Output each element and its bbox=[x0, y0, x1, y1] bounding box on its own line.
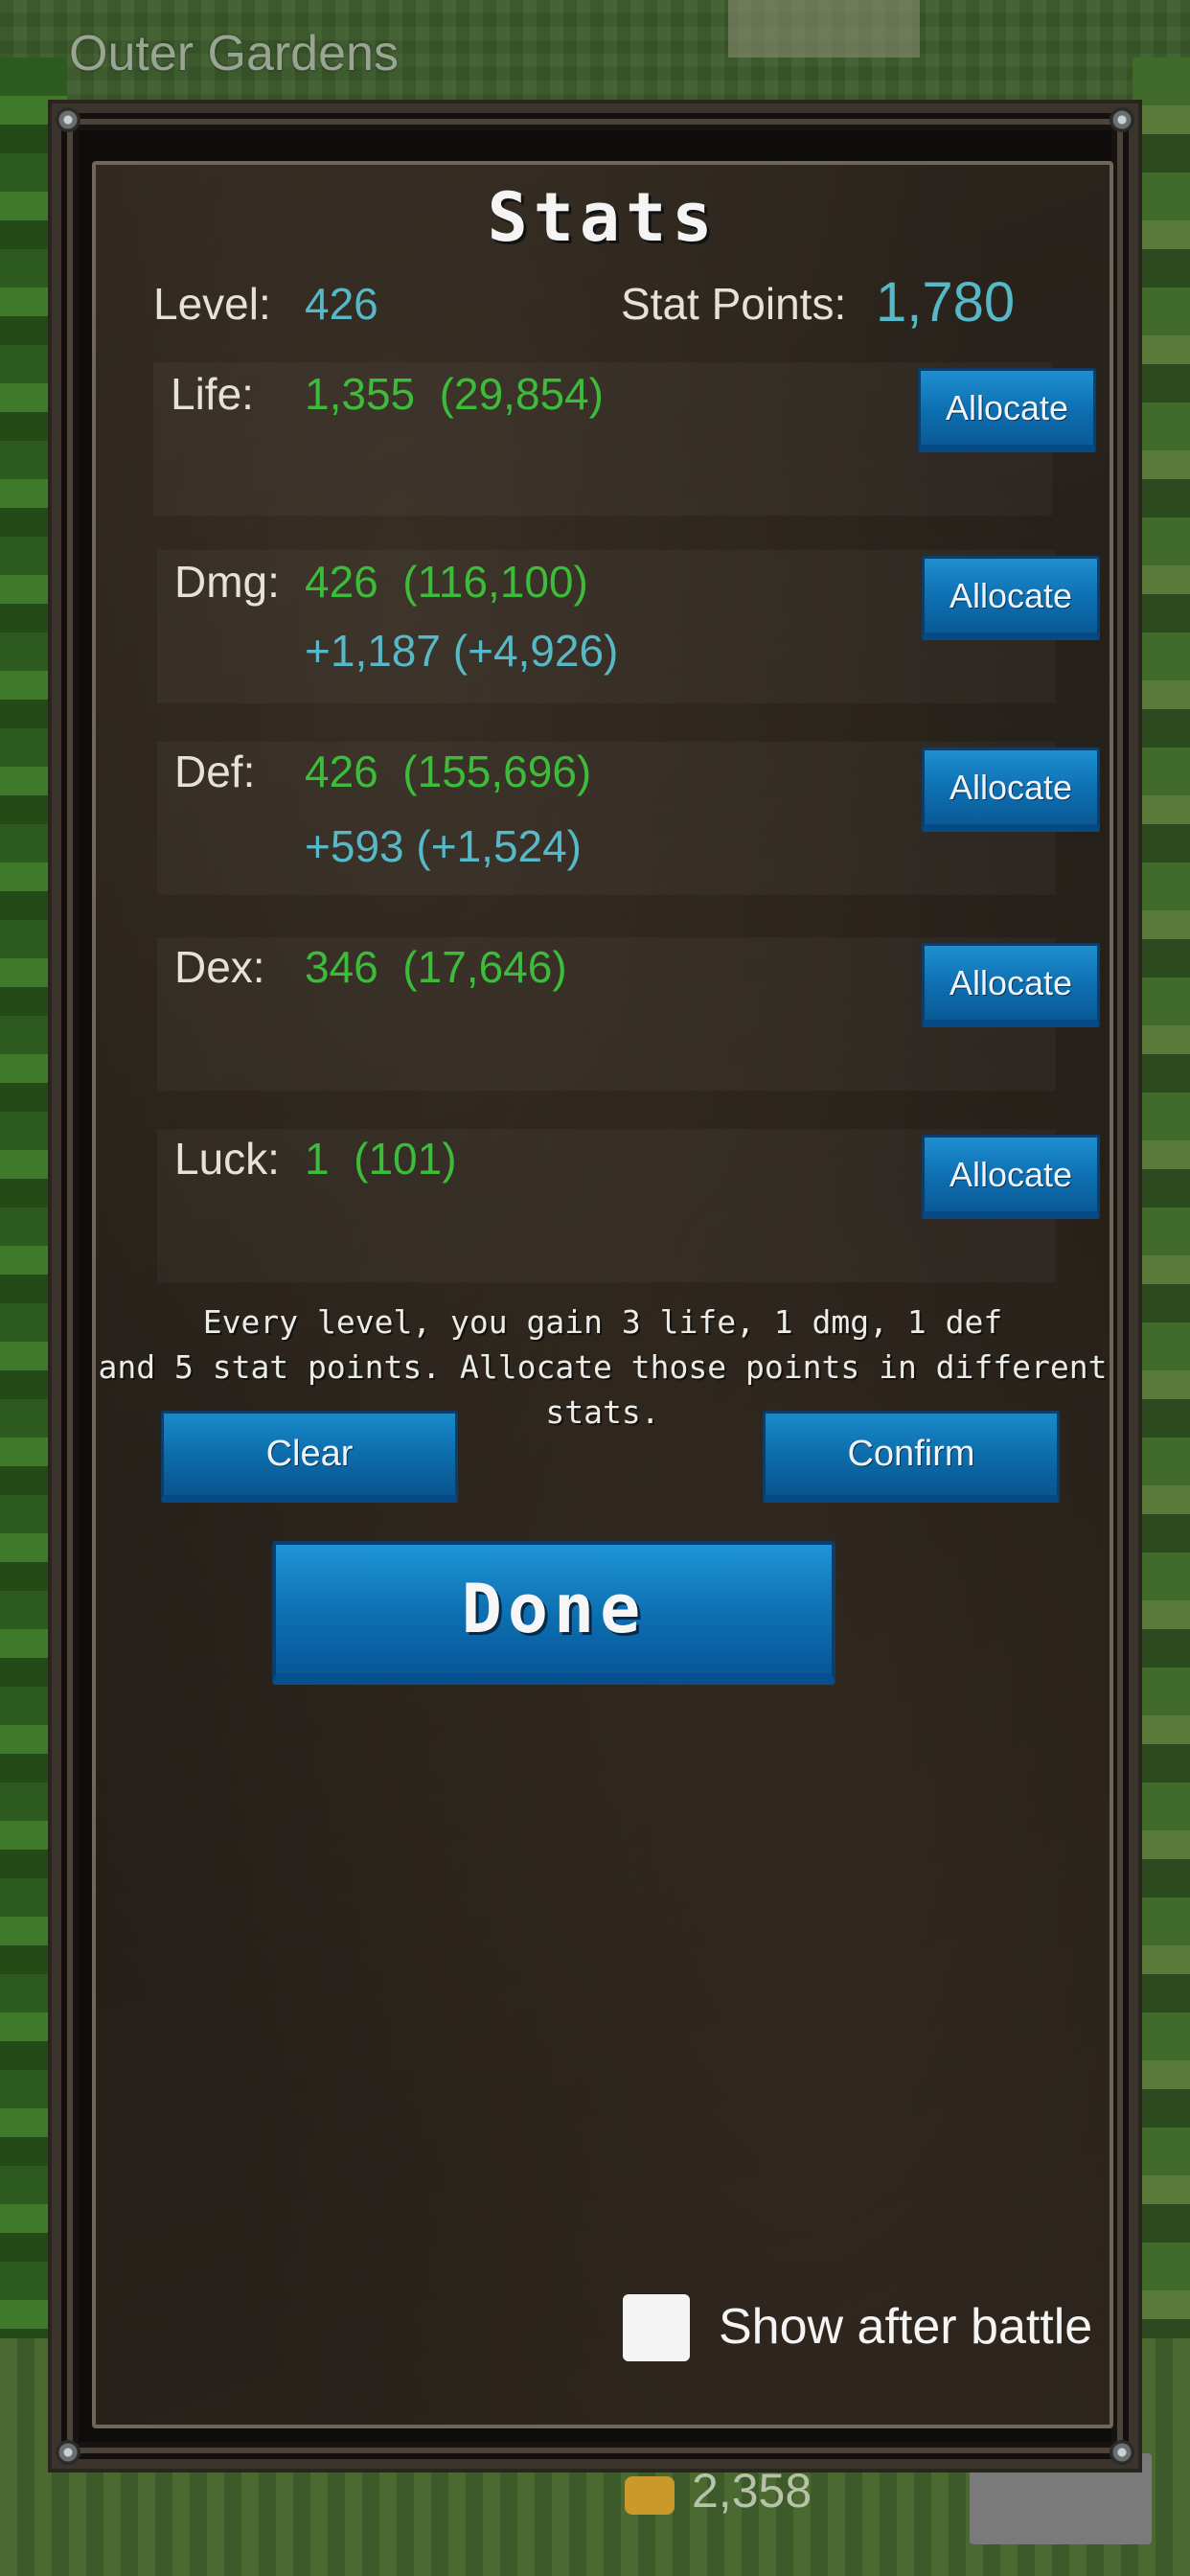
stats-panel-body: Stats Level: 426 Stat Points: 1,780 Life… bbox=[92, 161, 1113, 2428]
stat-label-dex: Dex: bbox=[174, 942, 265, 992]
level-label: Level: bbox=[153, 279, 271, 329]
stats-panel: Stats Level: 426 Stat Points: 1,780 Life… bbox=[48, 100, 1142, 2472]
rivet-icon bbox=[1110, 107, 1134, 132]
panel-title: Stats bbox=[487, 178, 719, 257]
show-after-battle-checkbox[interactable] bbox=[623, 2294, 690, 2361]
area-title: Outer Gardens bbox=[69, 26, 399, 81]
show-after-battle-label: Show after battle bbox=[719, 2299, 1093, 2355]
allocate-dmg-button[interactable]: Allocate bbox=[922, 556, 1100, 640]
stat-label-dmg: Dmg: bbox=[174, 557, 280, 607]
stat-points-label: Stat Points: bbox=[621, 279, 847, 329]
confirm-button[interactable]: Confirm bbox=[763, 1411, 1060, 1503]
stat-label-def: Def: bbox=[174, 747, 256, 796]
level-value: 426 bbox=[305, 279, 378, 329]
info-line-1: Every level, you gain 3 life, 1 dmg, 1 d… bbox=[202, 1303, 1003, 1341]
stat-value-def: 426 (155,696) bbox=[305, 747, 592, 796]
stat-value-life: 1,355 (29,854) bbox=[305, 369, 605, 419]
clear-button[interactable]: Clear bbox=[161, 1411, 458, 1503]
stat-bonus-def: +593 (+1,524) bbox=[305, 821, 583, 871]
allocate-life-button[interactable]: Allocate bbox=[918, 368, 1096, 452]
stat-label-life: Life: bbox=[171, 369, 254, 419]
allocate-def-button[interactable]: Allocate bbox=[922, 748, 1100, 832]
stat-value-luck: 1 (101) bbox=[305, 1134, 457, 1184]
rivet-icon bbox=[56, 2440, 80, 2465]
stat-value-dex: 346 (17,646) bbox=[305, 942, 567, 992]
building-tile bbox=[728, 0, 920, 58]
rivet-icon bbox=[1110, 2440, 1134, 2465]
stat-value-dmg: 426 (116,100) bbox=[305, 557, 588, 607]
allocate-luck-button[interactable]: Allocate bbox=[922, 1135, 1100, 1219]
gold-icon bbox=[625, 2476, 675, 2515]
rivet-icon bbox=[56, 107, 80, 132]
stat-bonus-dmg: +1,187 (+4,926) bbox=[305, 626, 619, 676]
stat-points-value: 1,780 bbox=[876, 271, 1016, 334]
stat-label-luck: Luck: bbox=[174, 1134, 280, 1184]
done-button[interactable]: Done bbox=[272, 1541, 835, 1685]
allocate-dex-button[interactable]: Allocate bbox=[922, 943, 1100, 1027]
